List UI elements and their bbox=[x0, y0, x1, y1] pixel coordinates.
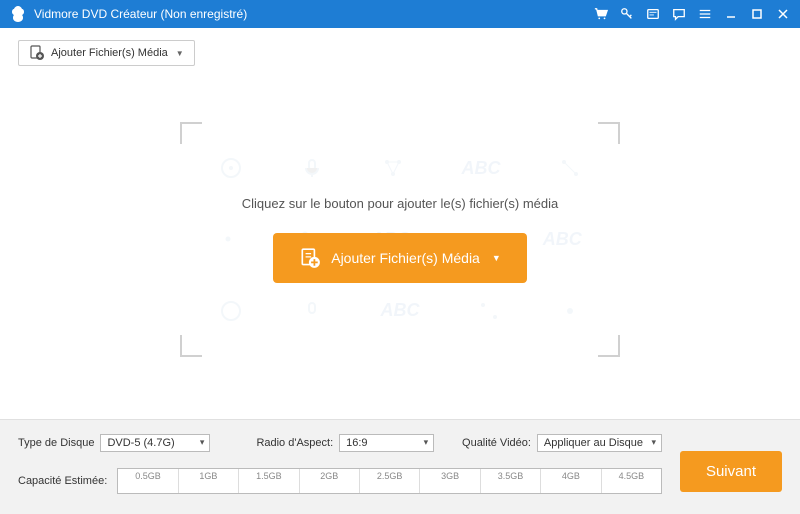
capacity-bar: 0.5GB 1GB 1.5GB 2GB 2.5GB 3GB 3.5GB 4GB … bbox=[117, 468, 662, 494]
capacity-tick: 2GB bbox=[300, 469, 360, 493]
dropzone-prompt: Cliquez sur le bouton pour ajouter le(s)… bbox=[242, 196, 558, 211]
capacity-tick: 1GB bbox=[179, 469, 239, 493]
add-media-label-small: Ajouter Fichier(s) Média bbox=[51, 47, 168, 59]
add-media-label-large: Ajouter Fichier(s) Média bbox=[331, 250, 480, 266]
menu-icon[interactable] bbox=[698, 7, 712, 21]
close-icon[interactable] bbox=[776, 7, 790, 21]
key-icon[interactable] bbox=[620, 7, 634, 21]
disc-type-label: Type de Disque bbox=[18, 437, 94, 449]
history-icon[interactable] bbox=[646, 7, 660, 21]
capacity-row: Capacité Estimée: 0.5GB 1GB 1.5GB 2GB 2.… bbox=[18, 468, 782, 494]
corner-decoration bbox=[598, 122, 620, 144]
window-title: Vidmore DVD Créateur (Non enregistré) bbox=[34, 7, 594, 21]
titlebar-actions bbox=[594, 7, 790, 21]
titlebar: Vidmore DVD Créateur (Non enregistré) bbox=[0, 0, 800, 28]
capacity-tick: 2.5GB bbox=[360, 469, 420, 493]
capacity-tick: 3GB bbox=[420, 469, 480, 493]
minimize-icon[interactable] bbox=[724, 7, 738, 21]
cart-icon[interactable] bbox=[594, 7, 608, 21]
main-area: ABC ABC ABC ABC Cliquez sur le bouton po… bbox=[0, 60, 800, 419]
aspect-select[interactable]: 16:9 bbox=[339, 434, 434, 452]
disc-type-select[interactable]: DVD-5 (4.7G) bbox=[100, 434, 210, 452]
maximize-icon[interactable] bbox=[750, 7, 764, 21]
corner-decoration bbox=[598, 335, 620, 357]
chevron-down-icon: ▼ bbox=[176, 49, 184, 58]
quality-select[interactable]: Appliquer au Disque bbox=[537, 434, 662, 452]
capacity-label: Capacité Estimée: bbox=[18, 475, 107, 487]
capacity-tick: 4.5GB bbox=[602, 469, 661, 493]
feedback-icon[interactable] bbox=[672, 7, 686, 21]
add-media-button-large[interactable]: Ajouter Fichier(s) Média ▼ bbox=[273, 233, 527, 283]
aspect-label: Radio d'Aspect: bbox=[256, 437, 333, 449]
footer-options: Type de Disque DVD-5 (4.7G) Radio d'Aspe… bbox=[18, 434, 782, 452]
capacity-tick: 4GB bbox=[541, 469, 601, 493]
chevron-down-icon: ▼ bbox=[492, 253, 501, 263]
add-file-icon bbox=[299, 247, 321, 269]
footer: Type de Disque DVD-5 (4.7G) Radio d'Aspe… bbox=[0, 419, 800, 514]
corner-decoration bbox=[180, 335, 202, 357]
capacity-tick: 0.5GB bbox=[118, 469, 178, 493]
corner-decoration bbox=[180, 122, 202, 144]
capacity-tick: 3.5GB bbox=[481, 469, 541, 493]
app-logo-icon bbox=[10, 6, 26, 22]
next-button[interactable]: Suivant bbox=[680, 451, 782, 492]
capacity-tick: 1.5GB bbox=[239, 469, 299, 493]
dropzone[interactable]: ABC ABC ABC ABC Cliquez sur le bouton po… bbox=[180, 122, 620, 357]
add-file-icon bbox=[29, 45, 45, 61]
quality-label: Qualité Vidéo: bbox=[462, 437, 531, 449]
